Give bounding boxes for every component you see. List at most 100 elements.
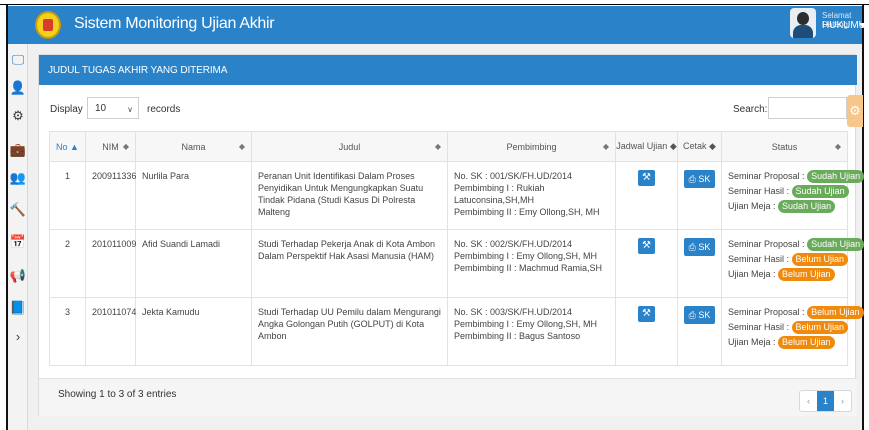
sidebar-collapse[interactable]: ›: [8, 326, 28, 346]
pembimbing-1: Pembimbing I : Emy Ollong,SH, MH: [454, 251, 598, 261]
status-badge: Belum Ujian: [791, 321, 849, 334]
user-icon: 👤: [9, 80, 27, 95]
sort-icon: ◆: [709, 141, 716, 151]
logo-area: [8, 6, 66, 44]
sort-icon: ◆: [834, 142, 841, 151]
thesis-panel: JUDUL TUGAS AKHIR YANG DITERIMA Display …: [38, 54, 865, 416]
table-row: 1 200911336 Nurlila Para Peranan Unit Id…: [49, 161, 865, 230]
status-badge: Belum Ujian: [807, 306, 864, 319]
status-badge: Belum Ujian: [778, 336, 835, 349]
sidebar-item-user[interactable]: 👤: [8, 78, 28, 98]
col-header-nim[interactable]: NIM ◆: [85, 131, 136, 162]
col-header-judul[interactable]: Judul ◆: [251, 131, 448, 162]
user-menu-caret-icon[interactable]: [859, 23, 867, 28]
panel-title: JUDUL TUGAS AKHIR YANG DITERIMA: [48, 65, 228, 76]
status-badge: Sudah Ujian: [778, 200, 836, 213]
print-icon: ⎙: [688, 174, 696, 184]
print-sk-button[interactable]: ⎙ SK: [684, 170, 715, 188]
pagination: ‹ 1 ›: [799, 390, 852, 412]
status-badge: Belum Ujian: [778, 268, 835, 281]
gavel-icon[interactable]: ⚒: [638, 238, 655, 254]
cell-nim: 200911336: [85, 161, 136, 230]
cell-nama: Nurlila Para: [135, 161, 252, 230]
sort-asc-icon: ▲: [70, 141, 79, 152]
pembimbing-2: Pembimbing II : Emy Ollong,SH, MH: [454, 207, 600, 217]
cell-pembimbing: No. SK : 001/SK/FH.UD/2014 Pembimbing I …: [447, 161, 616, 230]
main-content: JUDUL TUGAS AKHIR YANG DITERIMA Display …: [28, 44, 865, 430]
sort-icon: ◆: [238, 142, 245, 151]
pembimbing-2: Pembimbing II : Bagus Santoso: [454, 331, 581, 341]
cell-status: Seminar Proposal : Belum Ujian Seminar H…: [721, 297, 864, 366]
pager-page-1[interactable]: 1: [817, 391, 834, 411]
col-header-pembimbing[interactable]: Pembimbing ◆: [447, 131, 616, 162]
entries-info: Showing 1 to 3 of 3 entries: [58, 389, 177, 400]
window-right-edge: [862, 5, 864, 430]
cell-nim: 201011009: [85, 229, 136, 298]
pager-next-button[interactable]: ›: [834, 391, 851, 411]
cell-nama: Jekta Kamudu: [135, 297, 252, 366]
cell-status: Seminar Proposal : Sudah Ujian Seminar H…: [721, 229, 865, 298]
table-header-row: No ▲ NIM ◆ Nama ◆ Judul ◆ Pembimbing ◆ Jadwa…: [49, 131, 848, 162]
pembimbing-2: Pembimbing II : Machmud Ramia,SH: [454, 263, 603, 273]
briefcase-icon: 💼: [9, 142, 27, 157]
col-header-no[interactable]: No ▲: [49, 131, 86, 162]
monitor-icon: 🖵: [11, 52, 25, 67]
table-row: 2 201011009 Afid Suandi Lamadi Studi Ter…: [49, 229, 865, 298]
window-top-edge: [0, 0, 869, 5]
sidebar-item-settings[interactable]: ⚙: [8, 106, 28, 126]
print-sk-button[interactable]: ⎙ SK: [684, 306, 715, 324]
sidebar-item-gavel[interactable]: 🔨: [8, 200, 28, 220]
cell-nama: Afid Suandi Lamadi: [135, 229, 252, 298]
settings-gear-icon[interactable]: ⚙: [847, 95, 863, 127]
cell-cetak: ⎙ SK: [677, 297, 722, 366]
print-icon: ⎙: [688, 310, 696, 320]
panel-header: JUDUL TUGAS AKHIR YANG DITERIMA: [39, 55, 857, 85]
status-badge: Belum Ujian: [791, 253, 849, 266]
cell-no: 1: [49, 161, 86, 230]
sidebar-item-users[interactable]: 👥: [8, 168, 28, 188]
megaphone-icon: 📢: [9, 268, 27, 283]
col-header-status[interactable]: Status ◆: [721, 131, 848, 162]
top-navbar: Sistem Monitoring Ujian Akhir Selamat Da…: [8, 6, 869, 44]
records-label: records: [147, 104, 181, 115]
col-header-nama[interactable]: Nama ◆: [135, 131, 252, 162]
cell-status: Seminar Proposal : Sudah Ujian Seminar H…: [721, 161, 865, 230]
avatar-head: [797, 12, 809, 25]
gavel-icon[interactable]: ⚒: [638, 306, 655, 322]
sidebar-item-book[interactable]: 📘: [8, 298, 28, 318]
status-badge: Sudah Ujian: [791, 185, 849, 198]
circle-arrow-icon: ›: [15, 328, 21, 344]
search-input[interactable]: [768, 97, 847, 119]
print-sk-button[interactable]: ⎙ SK: [684, 238, 715, 256]
cell-cetak: ⎙ SK: [677, 161, 722, 230]
gear-icon: ⚙: [12, 108, 24, 123]
page-size-value: 10: [95, 103, 107, 114]
cell-nim: 201011074: [85, 297, 136, 366]
gavel-icon[interactable]: ⚒: [638, 170, 655, 186]
calendar-icon: 📅: [9, 234, 27, 249]
cell-pembimbing: No. SK : 003/SK/FH.UD/2014 Pembimbing I …: [447, 297, 616, 366]
cell-cetak: ⎙ SK: [677, 229, 722, 298]
sk-number: No. SK : 001/SK/FH.UD/2014: [454, 171, 573, 181]
avatar-body: [793, 25, 813, 38]
sk-number: No. SK : 003/SK/FH.UD/2014: [454, 307, 573, 317]
sort-icon: ◆: [669, 141, 677, 151]
page-size-select[interactable]: 10 ∨: [87, 97, 139, 119]
university-logo-icon: [35, 11, 61, 39]
print-icon: ⎙: [688, 242, 696, 252]
users-icon: 👥: [9, 170, 27, 185]
app-title: Sistem Monitoring Ujian Akhir: [74, 15, 275, 32]
pager-prev-button[interactable]: ‹: [800, 391, 817, 411]
cell-pembimbing: No. SK : 002/SK/FH.UD/2014 Pembimbing I …: [447, 229, 616, 298]
status-badge: Sudah Ujian: [807, 170, 865, 183]
user-avatar[interactable]: [790, 8, 816, 38]
sidebar-item-dashboard[interactable]: 🖵: [8, 50, 28, 70]
chevron-down-icon: ∨: [127, 105, 133, 114]
col-header-cetak[interactable]: Cetak ◆: [677, 131, 722, 162]
cell-jadwal: ⚒: [615, 161, 678, 230]
sidebar-item-announcement[interactable]: 📢: [8, 266, 28, 286]
pembimbing-1: Pembimbing I : Emy Ollong,SH, MH: [454, 319, 598, 329]
col-header-jadwal-ujian[interactable]: Jadwal Ujian ◆: [615, 131, 678, 162]
sidebar-item-briefcase[interactable]: 💼: [8, 140, 28, 160]
sidebar-item-calendar[interactable]: 📅: [8, 232, 28, 252]
